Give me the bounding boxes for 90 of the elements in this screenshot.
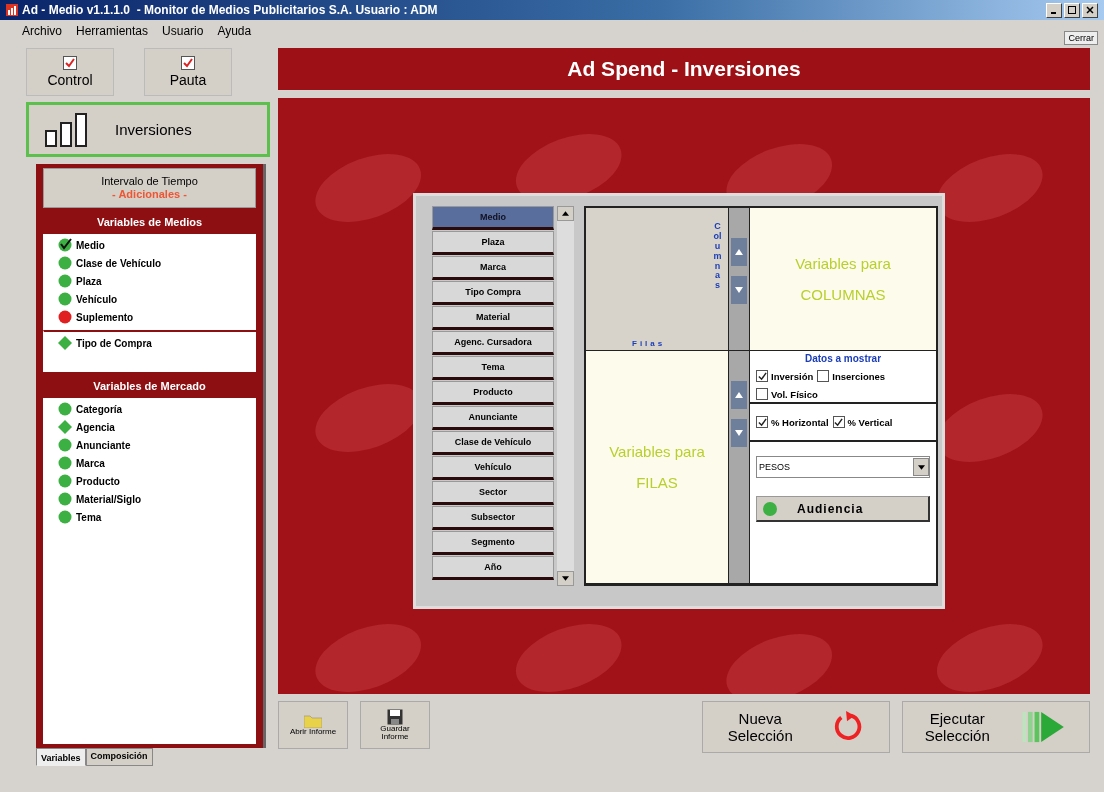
file-button[interactable]: Guardar Informe [360,701,430,749]
tree-item[interactable]: Plaza [58,272,250,290]
variable-button[interactable]: Tipo Compra [432,281,554,305]
variable-button[interactable]: Agenc. Cursadora [432,331,554,355]
tree-item[interactable]: Producto [58,472,250,490]
action-button[interactable]: Ejecutar Selección [902,701,1090,753]
window-title: Ad - Medio v1.1.1.0 - Monitor de Medios Publicitarios S.A. Usuario : ADM [22,3,438,17]
checkbox[interactable] [756,388,768,400]
page-header: Ad Spend - Inversiones [278,48,1090,90]
folder-icon [304,714,322,728]
variable-button[interactable]: Clase de Vehículo [432,431,554,455]
maximize-icon [1068,6,1076,14]
tree-item[interactable]: Anunciante [58,436,250,454]
down-arrow-icon [562,576,569,581]
tree-item[interactable]: Tema [58,508,250,526]
menu-item[interactable]: Archivo [22,24,62,38]
tab[interactable]: Variables [36,748,86,766]
up-arrow-icon [735,249,743,255]
variable-button[interactable]: Material [432,306,554,330]
scroll-bar[interactable] [557,206,574,586]
drop-hint: Variables para [795,255,891,272]
menu-item[interactable]: Herramientas [76,24,149,38]
up-arrow-button[interactable] [731,381,747,409]
checkbox-label: % Horizontal [771,416,829,428]
checkmark-icon [757,417,767,427]
checkbox[interactable] [832,416,845,428]
variable-button[interactable]: Medio [432,206,554,230]
variable-button[interactable]: Segmento [432,531,554,555]
up-arrow-button[interactable] [731,238,747,266]
close-button[interactable]: Cerrar [1064,31,1098,45]
variable-button[interactable]: Tema [432,356,554,380]
variable-button[interactable]: Marca [432,256,554,280]
maximize-button[interactable] [1064,2,1080,18]
variable-button[interactable]: Plaza [432,231,554,255]
module-button[interactable]: Pauta [144,48,232,96]
tree-item[interactable]: Agencia [58,418,250,436]
tree-item[interactable]: Suplemento [58,308,250,326]
tree-item[interactable]: Clase de Vehículo [58,254,250,272]
menu-item[interactable]: Ayuda [217,24,252,38]
tree-item[interactable]: Material/Siglo [58,490,250,508]
checkbox[interactable] [756,370,768,382]
close-button[interactable] [1082,2,1098,18]
tree-item[interactable]: Marca [58,454,250,472]
tree-item[interactable]: Categoría [58,400,250,418]
drop-hint: Variables para [609,443,705,460]
down-arrow-icon [735,430,743,436]
drop-hint: FILAS [636,474,678,491]
up-arrow-icon [735,392,743,398]
checkmark-icon [834,417,844,427]
tree-item[interactable]: Tipo de Compra [58,334,250,352]
checkbox-label: Vol. Físico [771,388,818,400]
currency-dropdown[interactable]: PESOS [756,456,930,478]
module-button[interactable]: Control [26,48,114,96]
variable-button[interactable]: Anunciante [432,406,554,430]
tab[interactable]: Composición [85,748,153,766]
checkmark-icon [757,371,767,381]
close-icon [1086,6,1094,14]
section-title: Variables de Mercado [92,379,207,394]
action-button[interactable]: Nueva Selección [702,701,890,753]
variable-button[interactable]: Producto [432,381,554,405]
down-arrow-button[interactable] [731,419,747,447]
file-button[interactable]: Abrir Informe [278,701,348,749]
tree-item[interactable]: Vehículo [58,290,250,308]
save-icon [387,709,403,725]
checkbox-label: Inversión [771,370,814,382]
checkbox[interactable] [817,370,830,382]
checkbox-label: Inserciones [832,370,886,382]
down-arrow-button[interactable] [731,276,747,304]
minimize-button[interactable] [1046,2,1062,18]
section-title: Variables de Medios [95,215,204,230]
caret-icon [917,464,925,470]
bar-chart-icon [45,112,89,147]
up-arrow-icon [562,211,569,216]
drop-hint: COLUMNAS [800,286,886,303]
audience-button[interactable]: Audiencia [756,496,930,522]
options-title: Datos a mostrar [803,353,883,364]
rows-label: Filas [632,339,666,348]
checkbox-label: % Vertical [847,416,893,428]
variable-button[interactable]: Sector [432,481,554,505]
tree-item[interactable]: Medio [58,236,250,254]
variable-button[interactable]: Subsector [432,506,554,530]
menu-item[interactable]: Usuario [162,24,204,38]
bar-chart-icon [6,4,18,16]
down-arrow-icon [735,287,743,293]
checkbox[interactable] [756,416,768,428]
variable-button[interactable]: Vehículo [432,456,554,480]
columns-label: Columnas [713,222,722,292]
module-button[interactable]: Inversiones [26,102,270,157]
time-interval-button[interactable]: Intervalo de Tiempo - Adicionales - [43,168,256,208]
variable-button[interactable]: Año [432,556,554,580]
